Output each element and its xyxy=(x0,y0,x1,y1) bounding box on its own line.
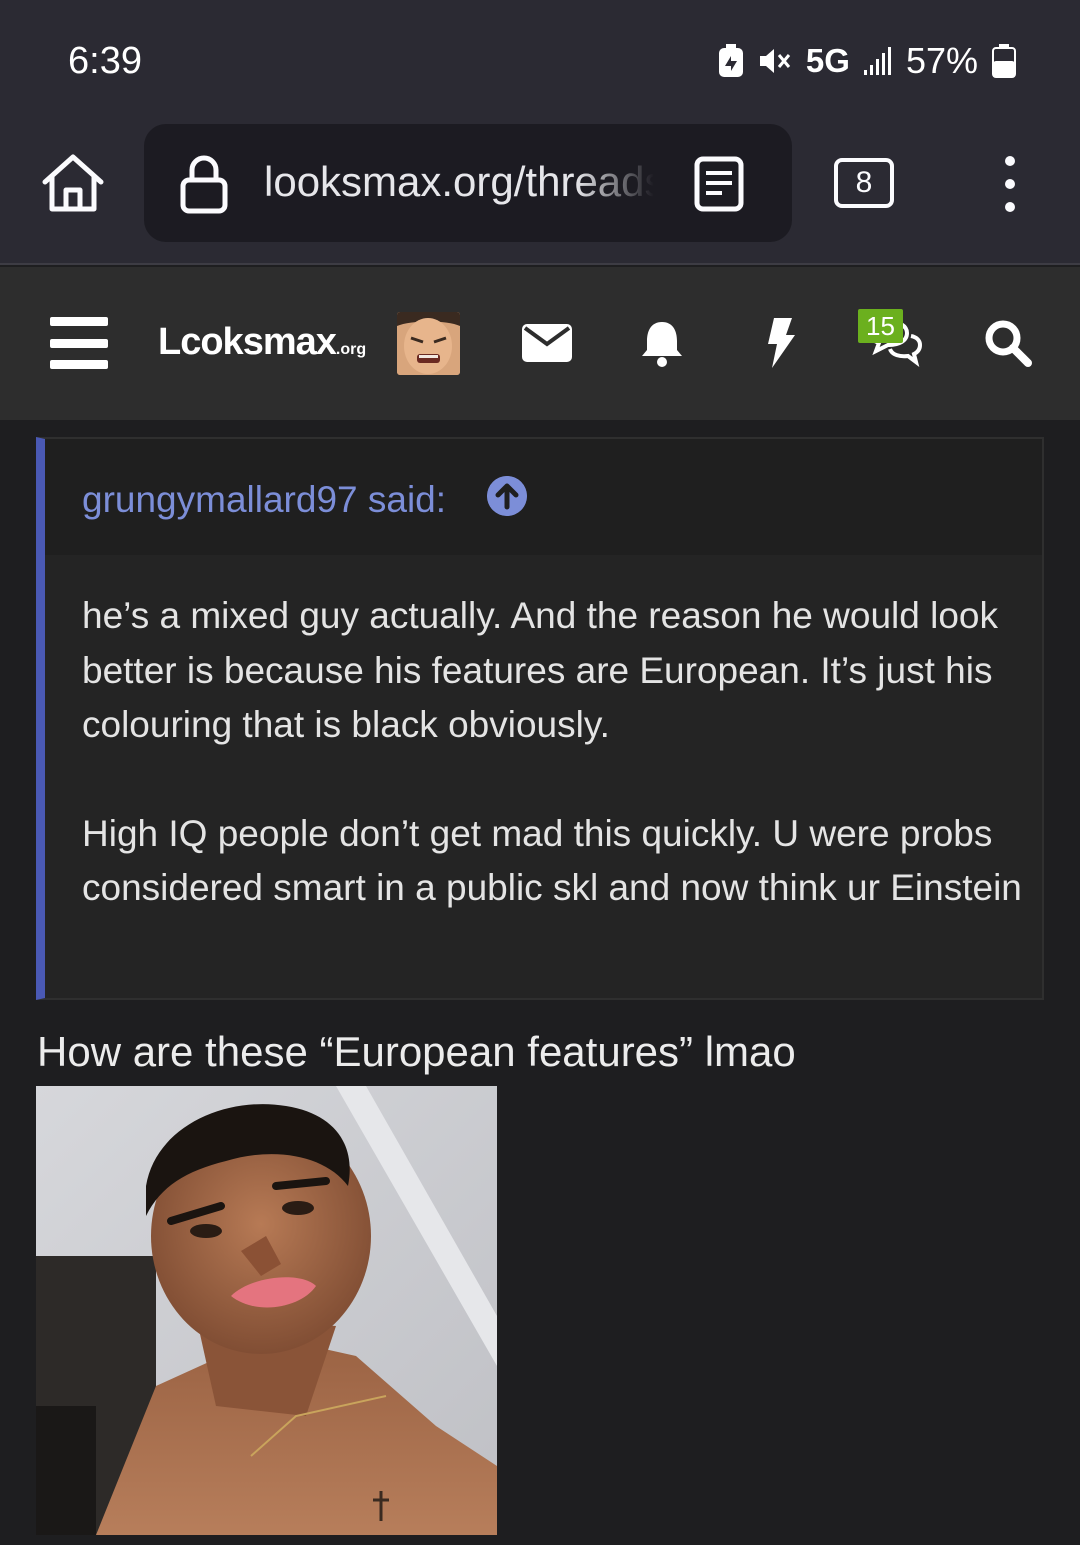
status-time: 6:39 xyxy=(68,40,142,82)
browser-toolbar: looksmax.org/threads 8 xyxy=(0,122,1080,265)
reader-view-icon[interactable] xyxy=(694,156,744,212)
quote-header: grungymallard97 said: xyxy=(45,439,1042,555)
inbox-icon[interactable] xyxy=(522,317,572,369)
mute-icon xyxy=(759,49,791,73)
whats-new-icon[interactable] xyxy=(764,317,796,369)
address-bar[interactable]: looksmax.org/threads xyxy=(144,124,792,242)
post-text: How are these “European features” lmao xyxy=(37,1028,796,1075)
bell-icon[interactable] xyxy=(640,317,684,369)
site-logo[interactable]: Lcoksmax.org xyxy=(158,321,366,364)
menu-icon[interactable] xyxy=(50,317,108,369)
battery-saver-icon xyxy=(718,44,743,77)
tabs-button[interactable]: 8 xyxy=(834,158,894,208)
battery-icon xyxy=(992,44,1016,78)
site-header: Lcoksmax.org 15 xyxy=(0,267,1080,420)
quote-paragraph: High IQ people don’t get mad this quickl… xyxy=(82,812,1022,909)
user-avatar[interactable] xyxy=(397,312,460,375)
status-icons: 5G 57% xyxy=(718,40,1016,82)
conversations-badge: 15 xyxy=(858,309,903,343)
network-type: 5G xyxy=(805,42,850,79)
home-button[interactable] xyxy=(38,150,108,216)
quote-paragraph: he’s a mixed guy actually. And the reaso… xyxy=(82,595,998,745)
quote-content: he’s a mixed guy actually. And the reaso… xyxy=(82,589,1022,916)
status-bar: 6:39 5G 57% xyxy=(0,0,1080,122)
signal-icon xyxy=(863,47,891,75)
quote-author[interactable]: grungymallard97 said: xyxy=(82,479,446,521)
browser-menu-button[interactable] xyxy=(990,156,1030,212)
battery-percent: 57% xyxy=(905,40,978,81)
home-icon xyxy=(42,154,104,212)
quote-block: grungymallard97 said: he’s a mixed guy a… xyxy=(36,437,1044,1000)
lock-icon xyxy=(180,155,228,214)
url-text[interactable]: looksmax.org/threads xyxy=(264,158,654,206)
search-icon[interactable] xyxy=(984,317,1032,369)
arrow-up-icon[interactable] xyxy=(487,476,527,516)
post-image[interactable] xyxy=(36,1086,497,1535)
